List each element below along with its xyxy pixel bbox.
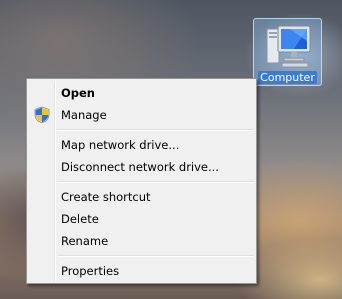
menu-item-rename[interactable]: Rename [29,230,254,252]
menu-item-label: Create shortcut [61,190,151,204]
menu-item-label: Rename [61,234,109,248]
menu-item-delete[interactable]: Delete [29,208,254,230]
menu-item-label: Properties [61,264,120,278]
menu-item-label: Delete [61,212,99,226]
computer-icon [266,25,311,68]
uac-shield-icon [34,106,50,124]
menu-item-label: Manage [61,108,107,122]
context-menu: Open Manage Map network drive... Disconn… [26,78,257,284]
menu-item-label: Map network drive... [61,138,180,152]
menu-item-disconnect-network-drive[interactable]: Disconnect network drive... [29,156,254,178]
menu-item-properties[interactable]: Properties [29,260,254,282]
menu-item-label: Open [61,86,95,100]
menu-item-label: Disconnect network drive... [61,160,219,174]
menu-separator [57,181,254,183]
menu-item-map-network-drive[interactable]: Map network drive... [29,134,254,156]
menu-separator [57,129,254,131]
menu-item-manage[interactable]: Manage [29,104,254,126]
computer-icon-label: Computer [258,71,317,84]
menu-item-open[interactable]: Open [29,82,254,104]
menu-item-create-shortcut[interactable]: Create shortcut [29,186,254,208]
menu-separator [57,255,254,257]
computer-desktop-icon[interactable]: Computer [253,18,322,86]
